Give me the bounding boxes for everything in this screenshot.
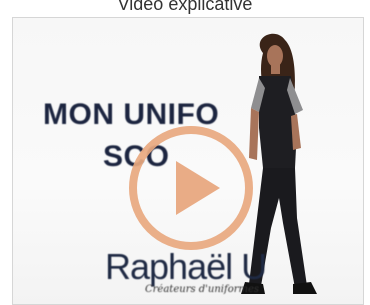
brand-tagline: Créateurs d'uniformes	[145, 284, 260, 295]
video-player[interactable]: MON UNIFO SCO Raphaël U Créateurs d'unif…	[12, 17, 364, 305]
play-button[interactable]	[126, 123, 256, 253]
play-icon[interactable]	[126, 123, 256, 253]
section-title: Vidéo explicative	[117, 0, 253, 14]
